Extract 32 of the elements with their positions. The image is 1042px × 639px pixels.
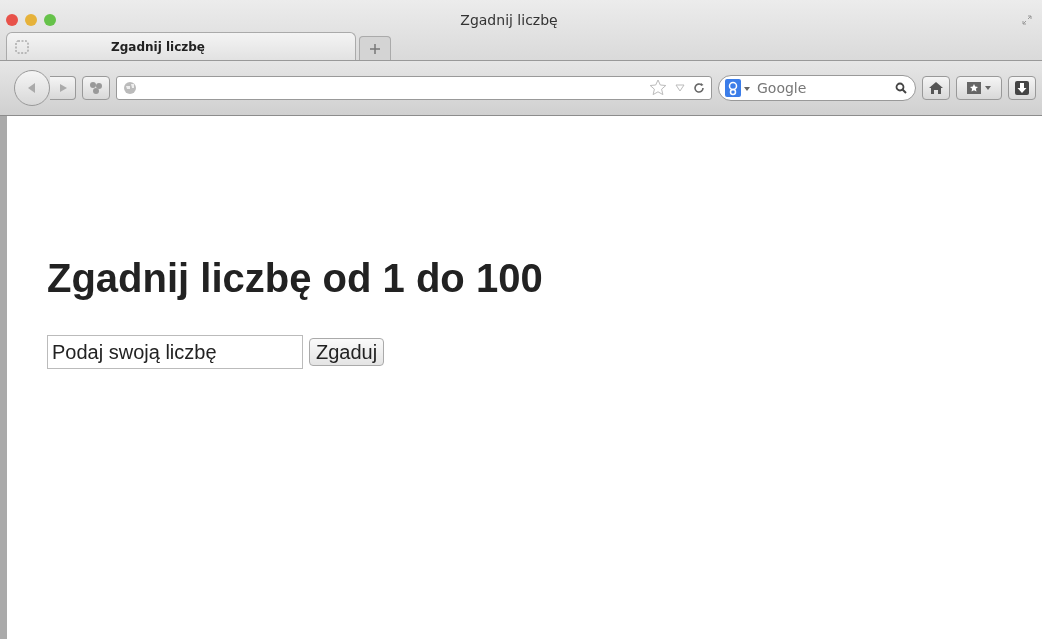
forward-arrow-icon: [57, 83, 68, 93]
search-icon[interactable]: [895, 82, 907, 94]
back-button[interactable]: [14, 70, 50, 106]
new-tab-button[interactable]: [359, 36, 391, 60]
circles-icon: [89, 81, 103, 95]
bookmark-star-icon: [966, 81, 992, 95]
home-button[interactable]: [922, 76, 950, 100]
window-title: Zgadnij liczbę: [460, 12, 558, 28]
download-icon: [1015, 81, 1029, 95]
group-button[interactable]: [82, 76, 110, 100]
number-input[interactable]: Podaj swoją liczbę: [47, 335, 303, 369]
globe-icon: [123, 81, 137, 95]
minimize-button[interactable]: [25, 14, 37, 26]
star-icon[interactable]: [649, 79, 667, 97]
guess-button[interactable]: Zgaduj: [309, 338, 385, 366]
search-field[interactable]: Google: [755, 79, 891, 97]
downloads-button[interactable]: [1008, 76, 1036, 100]
search-bar[interactable]: Google: [718, 75, 916, 101]
close-button[interactable]: [6, 14, 18, 26]
address-bar[interactable]: [116, 76, 712, 100]
page-icon: [15, 39, 29, 54]
dropdown-icon[interactable]: [675, 84, 685, 92]
plus-icon: [369, 42, 381, 55]
page-heading: Zgadnij liczbę od 1 do 100: [47, 256, 544, 301]
search-engine-icon[interactable]: [725, 79, 751, 97]
browser-tab[interactable]: Zgadnij liczbę: [6, 32, 356, 60]
home-icon: [929, 82, 943, 94]
fullscreen-icon[interactable]: [1022, 15, 1032, 25]
zoom-button[interactable]: [44, 14, 56, 26]
reload-icon[interactable]: [693, 82, 705, 94]
bookmarks-button[interactable]: [956, 76, 1002, 100]
forward-button[interactable]: [50, 76, 76, 100]
